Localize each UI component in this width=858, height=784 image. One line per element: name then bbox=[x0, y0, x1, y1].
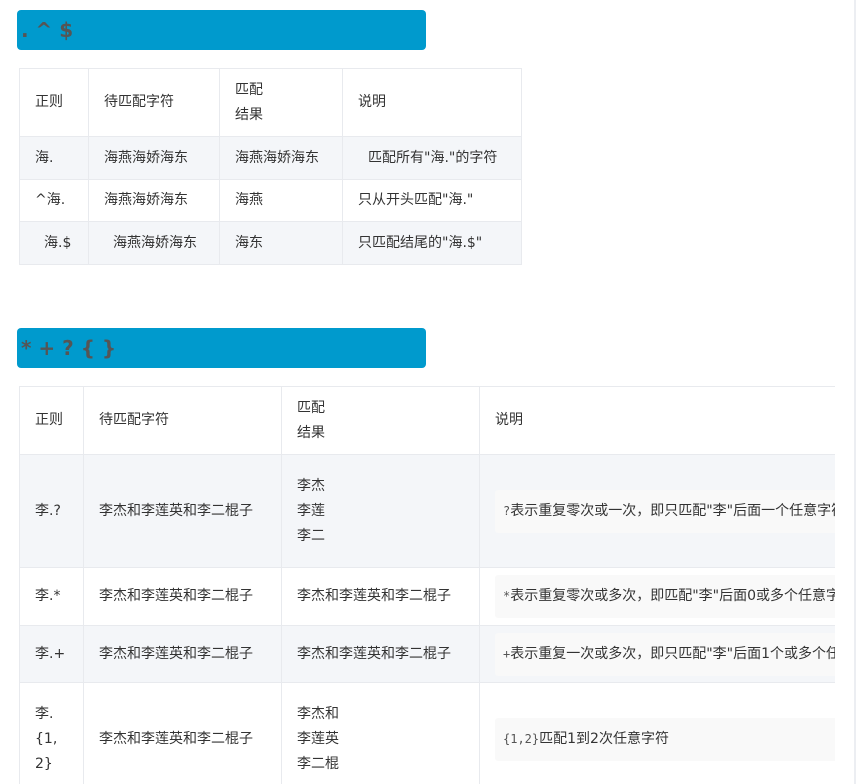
header-result: 匹配 结果 bbox=[219, 68, 343, 137]
header-input: 待匹配字符 bbox=[83, 386, 282, 455]
table-row: ^海. 海燕海娇海东 海燕 只从开头匹配"海." bbox=[19, 179, 522, 222]
desc-text: 表示重复零次或多次，即匹配"李"后面0或多个任意字符 bbox=[510, 588, 835, 604]
cell-result: 海东 bbox=[219, 221, 343, 265]
section-heading-quantifiers: * + ? { } bbox=[17, 328, 426, 368]
cell-input: 海燕海娇海东 bbox=[88, 179, 220, 222]
result-line: 李莲 bbox=[297, 502, 325, 519]
cell-regex: 李.{1,2} bbox=[19, 682, 84, 784]
cell-desc: ?表示重复零次或一次，即只匹配"李"后面一个任意字符 bbox=[479, 454, 835, 568]
anchors-table: 正则 待匹配字符 匹配 结果 说明 海. 海燕海娇海东 海燕海娇海东 匹配所有"… bbox=[19, 68, 522, 265]
header-regex: 正则 bbox=[19, 386, 84, 455]
cell-result: 海燕海娇海东 bbox=[219, 136, 343, 180]
cell-input: 海燕海娇海东 bbox=[88, 136, 220, 180]
cell-result: 李杰和李莲英和李二棍子 bbox=[281, 567, 480, 626]
cell-regex: 海. bbox=[19, 136, 89, 180]
cell-desc: +表示重复一次或多次，即只匹配"李"后面1个或多个任意字符 bbox=[479, 625, 835, 683]
cell-input: 李杰和李莲英和李二棍子 bbox=[83, 625, 282, 683]
desc-text: 表示重复一次或多次，即只匹配"李"后面1个或多个任意字符 bbox=[510, 645, 835, 662]
result-line: 李莲英 bbox=[297, 730, 339, 747]
result-line: 李杰和 bbox=[297, 705, 339, 722]
cell-desc: *表示重复零次或多次，即匹配"李"后面0或多个任意字符 bbox=[479, 567, 835, 626]
cell-desc: 只匹配结尾的"海.$" bbox=[342, 221, 522, 265]
cell-regex: ^海. bbox=[19, 179, 89, 222]
cell-regex: 李.? bbox=[19, 454, 84, 568]
table-row: 李.+ 李杰和李莲英和李二棍子 李杰和李莲英和李二棍子 +表示重复一次或多次，即… bbox=[19, 625, 835, 683]
header-result: 匹配 结果 bbox=[281, 386, 480, 455]
table-row: 李.* 李杰和李莲英和李二棍子 李杰和李莲英和李二棍子 *表示重复零次或多次，即… bbox=[19, 567, 835, 626]
table-header-row: 正则 待匹配字符 匹配 结果 说明 bbox=[19, 68, 522, 137]
table-row: 海. 海燕海娇海东 海燕海娇海东 匹配所有"海."的字符 bbox=[19, 136, 522, 180]
header-desc: 说明 bbox=[479, 386, 835, 455]
cell-result: 海燕 bbox=[219, 179, 343, 222]
cell-desc: {1,2}匹配1到2次任意字符 bbox=[479, 682, 835, 784]
quantifiers-table-scroll[interactable]: 正则 待匹配字符 匹配 结果 说明 李.? 李杰和李莲英和李二棍子 李杰李莲李二… bbox=[19, 386, 835, 784]
cell-input: 海燕海娇海东 bbox=[88, 221, 220, 265]
table-row: 李.{1,2} 李杰和李莲英和李二棍子 李杰和李莲英李二棍 {1,2}匹配1到2… bbox=[19, 682, 835, 784]
header-regex: 正则 bbox=[19, 68, 89, 137]
header-desc: 说明 bbox=[342, 68, 522, 137]
cell-result: 李杰和 李莲英 李二棍 bbox=[281, 682, 480, 784]
cell-input: 李杰和李莲英和李二棍子 bbox=[83, 567, 282, 626]
cell-desc: 匹配所有"海."的字符 bbox=[342, 136, 522, 180]
cell-input: 李杰和李莲英和李二棍子 bbox=[83, 454, 282, 568]
result-line: 李二棍 bbox=[297, 755, 339, 772]
cell-regex: 李.+ bbox=[19, 625, 84, 683]
table-row: 海.$ 海燕海娇海东 海东 只匹配结尾的"海.$" bbox=[19, 221, 522, 265]
section-heading-anchors: . ^ $ bbox=[17, 10, 426, 50]
result-line: 李杰 bbox=[297, 477, 325, 494]
result-line: 李二 bbox=[297, 527, 325, 544]
header-input: 待匹配字符 bbox=[88, 68, 220, 137]
desc-text: 匹配1到2次任意字符 bbox=[539, 730, 669, 747]
cell-input: 李杰和李莲英和李二棍子 bbox=[83, 682, 282, 784]
table-row: 李.? 李杰和李莲英和李二棍子 李杰李莲李二 ?表示重复零次或一次，即只匹配"李… bbox=[19, 454, 835, 568]
cell-regex: 李.* bbox=[19, 567, 84, 626]
code-token: {1,2} bbox=[503, 731, 540, 746]
cell-result: 李杰 李莲 李二 bbox=[281, 454, 480, 568]
cell-regex: 海.$ bbox=[19, 221, 89, 265]
desc-text: 表示重复零次或一次，即只匹配"李"后面一个任意字符 bbox=[510, 502, 835, 519]
cell-desc: 只从开头匹配"海." bbox=[342, 179, 522, 222]
table-header-row: 正则 待匹配字符 匹配 结果 说明 bbox=[19, 386, 835, 455]
quantifiers-table: 正则 待匹配字符 匹配 结果 说明 李.? 李杰和李莲英和李二棍子 李杰李莲李二… bbox=[19, 386, 835, 784]
cell-result: 李杰和李莲英和李二棍子 bbox=[281, 625, 480, 683]
vertical-scrollbar[interactable] bbox=[854, 0, 856, 784]
